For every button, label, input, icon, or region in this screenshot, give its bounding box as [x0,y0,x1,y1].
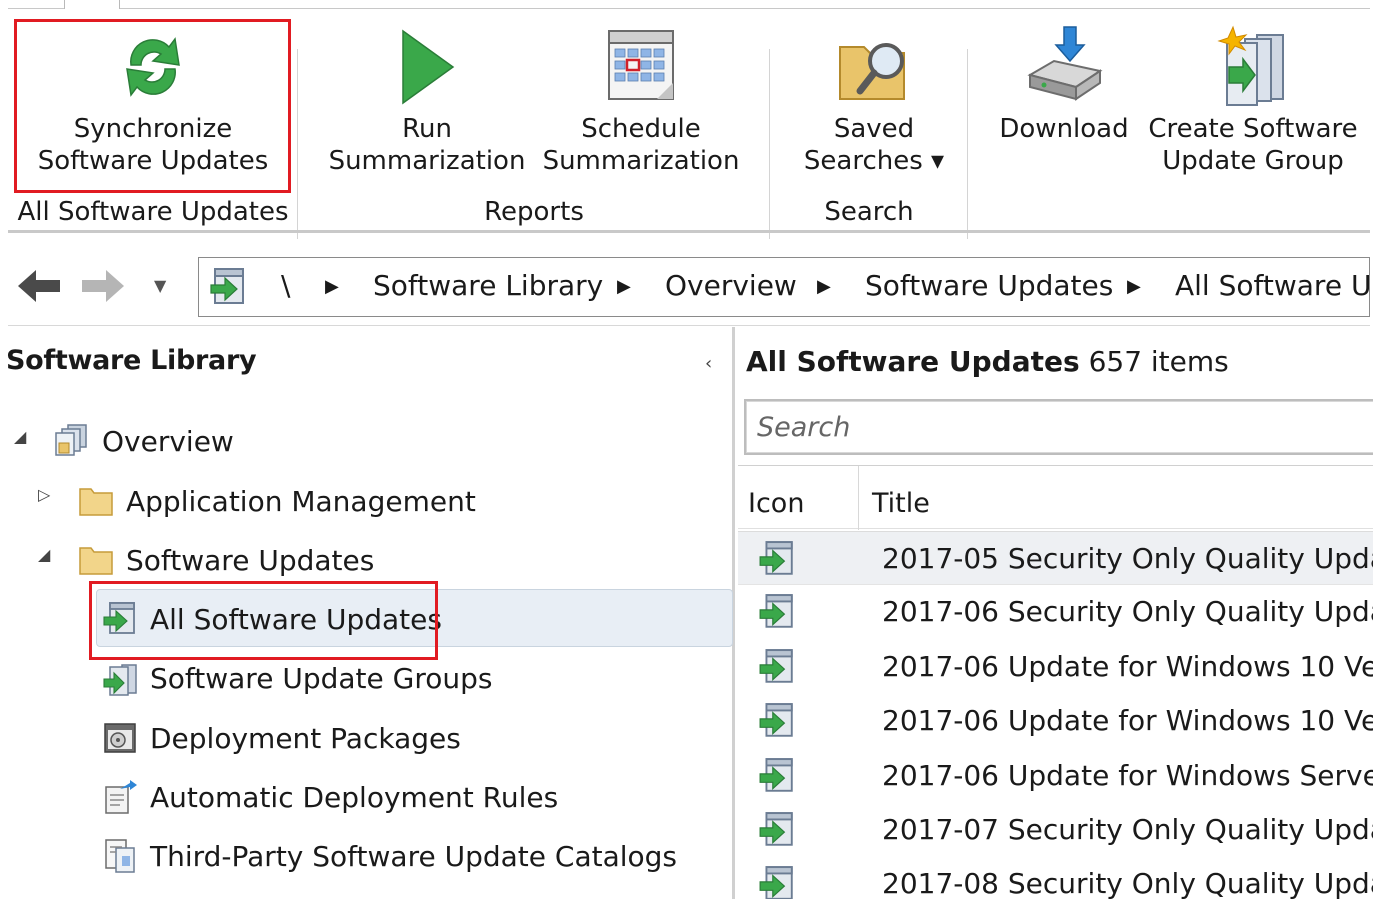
software-update-icon [758,865,796,899]
saved-label-line2: Searches ▾ [803,146,945,176]
deployment-rule-icon [105,780,137,814]
breadcrumb-overview[interactable]: Overview [665,268,797,304]
breadcrumb-separator-icon: ▶ [817,276,831,297]
software-update-icon [758,811,796,849]
tree-item-software-updates[interactable]: Software Updates [126,536,374,586]
address-bar[interactable]: \ ▶ Software Library ▶ Overview ▶ Softwa… [198,257,1370,317]
run-summarization-button[interactable]: Run Summarization [324,9,530,199]
folder-search-icon [839,43,905,100]
grid-header: Icon Title [738,465,1373,530]
run-label-line2: Summarization [328,146,526,176]
saved-label-line1: Saved [833,114,915,144]
expander-expanded-icon[interactable]: ◢ [14,427,26,446]
breadcrumb-all-software-updates[interactable]: All Software Up [1175,268,1369,304]
navigation-bar: ▼ \ ▶ Software Library ▶ Overview ▶ Soft… [8,240,1370,326]
breadcrumb-software-library[interactable]: Software Library [373,268,603,304]
row-title: 2017-06 Security Only Quality Update [882,595,1373,629]
software-update-icon [758,702,796,740]
sync-arrows-icon [126,37,180,97]
synchronize-software-updates-button[interactable]: Synchronize Software Updates [16,9,290,199]
create-group-label-line2: Update Group [1162,146,1344,176]
results-pane: All Software Updates 657 items Icon Titl… [738,327,1373,899]
create-software-update-group-button[interactable]: Create Software Update Group [1144,9,1362,199]
software-update-icon [758,648,796,686]
table-row[interactable]: 2017-06 Update for Windows Server 2 [738,749,1373,803]
update-group-icon [1217,25,1284,106]
table-row[interactable]: 2017-08 Security Only Quality Update [738,857,1373,899]
tree-item-all-software-updates[interactable]: All Software Updates [150,595,442,645]
download-button[interactable]: Download [990,9,1138,199]
history-dropdown-icon[interactable]: ▼ [154,276,174,295]
software-update-icon [758,540,796,578]
update-groups-icon [103,664,137,696]
search-box [744,399,1373,455]
pane-title: Software Library [6,345,257,376]
software-update-icon [758,593,796,631]
row-title: 2017-08 Security Only Quality Update [882,867,1373,899]
expander-collapsed-icon[interactable]: ▷ [38,485,50,504]
play-icon [402,29,455,105]
collapse-pane-icon[interactable]: ‹ [705,353,712,374]
ribbon-tab-stub [64,0,120,9]
row-title: 2017-06 Update for Windows 10 Vers [882,649,1373,683]
group-label-all-software-updates: All Software Updates [17,197,289,227]
package-icon [104,723,136,753]
column-header-icon[interactable]: Icon [748,466,804,530]
tree-item-automatic-deployment-rules[interactable]: Automatic Deployment Rules [150,773,558,823]
overview-icon [55,424,87,456]
tree-item-third-party-catalogs[interactable]: Third-Party Software Update Catalogs [150,832,677,882]
download-label: Download [999,114,1129,144]
table-row[interactable]: 2017-06 Security Only Quality Update [738,585,1373,639]
run-label-line1: Run [402,114,452,144]
tree-item-overview[interactable]: Overview [102,417,234,467]
breadcrumb-separator-icon: ▶ [617,276,631,297]
search-input[interactable] [746,401,1373,453]
breadcrumb-software-updates[interactable]: Software Updates [865,268,1113,304]
expander-expanded-icon[interactable]: ◢ [38,545,50,564]
calendar-icon [608,30,674,100]
schedule-label-line1: Schedule [581,114,701,144]
sync-label-line1: Synchronize [73,114,233,144]
create-group-label-line1: Create Software [1148,114,1358,144]
tree-item-deployment-packages[interactable]: Deployment Packages [150,714,461,764]
breadcrumb-separator-icon: ▶ [1127,276,1141,297]
table-row[interactable]: 2017-07 Security Only Quality Update [738,803,1373,857]
sync-label-line2: Software Updates [37,146,269,176]
breadcrumb-root[interactable]: \ [281,268,290,304]
tree-item-application-management[interactable]: Application Management [126,477,476,527]
forward-arrow-icon[interactable] [80,268,128,304]
row-title: 2017-06 Update for Windows 10 Vers [882,704,1373,738]
table-row[interactable]: 2017-06 Update for Windows 10 Vers [738,694,1373,748]
saved-searches-button[interactable]: Saved Searches ▾ [784,9,964,199]
folder-icon [79,488,113,516]
download-icon [1027,26,1103,101]
back-arrow-icon[interactable] [14,268,62,304]
software-update-icon [103,602,135,634]
row-title: 2017-05 Security Only Quality Update [882,542,1373,575]
tree-item-software-update-groups[interactable]: Software Update Groups [150,654,492,704]
software-update-icon [758,757,796,795]
group-label-reports: Reports [484,197,584,227]
ribbon: Synchronize Software Updates All Softwar… [8,0,1370,239]
schedule-label-line2: Summarization [542,146,740,176]
navigation-pane: Software Library ‹ ◢ Overview ▷ Applicat… [6,327,735,899]
results-item-count: 657 items [1088,345,1229,378]
group-separator [967,49,968,239]
results-title-name: All Software Updates [746,345,1080,378]
table-row[interactable]: 2017-06 Update for Windows 10 Vers [738,640,1373,694]
group-label-search: Search [824,197,914,227]
ribbon-bottom-border [8,230,1370,233]
catalog-icon [105,839,135,873]
breadcrumb-separator-icon: ▶ [325,276,339,297]
software-update-icon [210,268,244,304]
row-title: 2017-07 Security Only Quality Update [882,813,1373,846]
row-title: 2017-06 Update for Windows Server 2 [882,758,1373,792]
table-row[interactable]: 2017-05 Security Only Quality Update [738,531,1373,585]
schedule-summarization-button[interactable]: Schedule Summarization [538,9,744,199]
results-title: All Software Updates 657 items [746,345,1229,378]
folder-icon [79,547,113,575]
column-header-title[interactable]: Title [872,466,930,530]
column-separator[interactable] [858,466,859,530]
